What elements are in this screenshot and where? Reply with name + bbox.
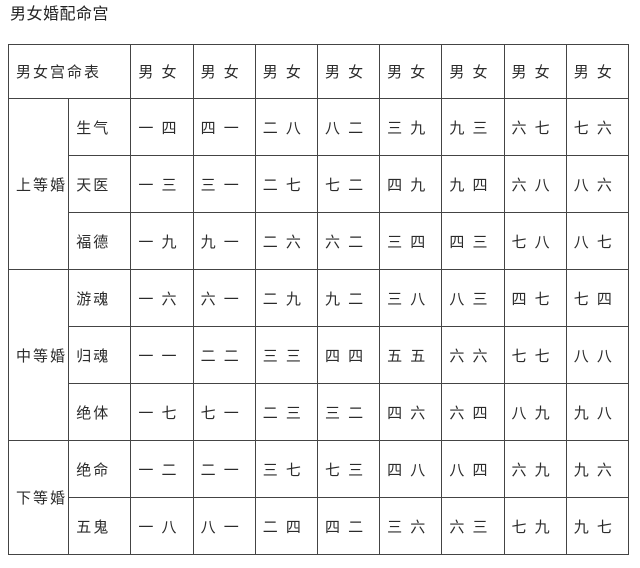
pair-cell: 二 三 <box>254 383 318 441</box>
pair-cell: 三 一 <box>192 155 256 213</box>
pair-cell: 三 三 <box>254 326 318 384</box>
pair-cell: 二 二 <box>192 326 256 384</box>
pair-cell: 一 七 <box>130 383 194 441</box>
table-corner-label: 男女宫命表 <box>7 44 132 99</box>
table-body: 上等婚 生气一 四四 一二 八八 二三 九九 三六 七七 六天医一 三三 一二 七… <box>7 98 630 555</box>
pair-cell: 八 一 <box>192 497 256 555</box>
table-row: 中等婚 游魂一 六六 一二 九九 二三 八八 三四 七七 四 <box>7 269 630 441</box>
pair-cell: 七 七 <box>503 326 567 384</box>
column-header-7: 男 女 <box>503 44 567 99</box>
pair-cell: 三 四 <box>379 212 443 270</box>
pair-cell: 六 四 <box>441 383 505 441</box>
pair-cell: 一 九 <box>130 212 194 270</box>
pair-cell: 八 六 <box>565 155 630 213</box>
pair-cell: 六 七 <box>503 98 567 156</box>
pair-cell: 三 七 <box>254 440 318 498</box>
pair-cell: 四 七 <box>503 269 567 327</box>
pair-cell: 九 二 <box>316 269 381 327</box>
marriage-palace-table: 男女宫命表 男 女 男 女 男 女 男 女 男 女 男 女 男 女 男 女 上等… <box>7 44 630 555</box>
pair-cell: 六 三 <box>441 497 505 555</box>
pair-cell: 一 二 <box>130 440 194 498</box>
pair-cell: 二 四 <box>254 497 318 555</box>
pair-cell: 八 三 <box>441 269 505 327</box>
marriage-rank-label: 下等婚 <box>7 440 70 555</box>
column-header-4: 男 女 <box>316 44 381 99</box>
palace-type-label: 游魂 <box>68 269 132 327</box>
pair-cell: 九 四 <box>441 155 505 213</box>
palace-type-label: 归魂 <box>68 326 132 384</box>
pair-cell: 八 四 <box>441 440 505 498</box>
pair-cell: 七 二 <box>316 155 381 213</box>
pair-cell: 四 六 <box>379 383 443 441</box>
pair-cell: 七 一 <box>192 383 256 441</box>
pair-cell: 九 三 <box>441 98 505 156</box>
pair-cell: 一 一 <box>130 326 194 384</box>
pair-cell: 八 七 <box>565 212 630 270</box>
page-title: 男女婚配命宫 <box>10 6 110 23</box>
palace-type-label: 天医 <box>68 155 132 213</box>
pair-cell: 九 六 <box>565 440 630 498</box>
palace-type-label: 福德 <box>68 212 132 270</box>
pair-cell: 二 八 <box>254 98 318 156</box>
column-header-3: 男 女 <box>254 44 318 99</box>
pair-cell: 六 六 <box>441 326 505 384</box>
pair-cell: 八 九 <box>503 383 567 441</box>
pair-cell: 二 六 <box>254 212 318 270</box>
pair-cell: 九 一 <box>192 212 256 270</box>
pair-cell: 三 八 <box>379 269 443 327</box>
table-header: 男女宫命表 男 女 男 女 男 女 男 女 男 女 男 女 男 女 男 女 <box>7 44 630 99</box>
pair-cell: 一 四 <box>130 98 194 156</box>
header-row: 男女宫命表 男 女 男 女 男 女 男 女 男 女 男 女 男 女 男 女 <box>7 44 630 99</box>
pair-cell: 六 二 <box>316 212 381 270</box>
pair-cell: 七 八 <box>503 212 567 270</box>
marriage-rank-label: 上等婚 <box>7 98 70 270</box>
table-row: 上等婚 生气一 四四 一二 八八 二三 九九 三六 七七 六 <box>7 98 630 270</box>
pair-cell: 九 七 <box>565 497 630 555</box>
pair-cell: 九 八 <box>565 383 630 441</box>
column-header-5: 男 女 <box>379 44 443 99</box>
marriage-rank-label: 中等婚 <box>7 269 70 441</box>
table-row: 下等婚 绝命一 二二 一三 七七 三四 八八 四六 九九 六 <box>7 440 630 555</box>
pair-cell: 七 四 <box>565 269 630 327</box>
pair-cell: 二 九 <box>254 269 318 327</box>
table-row: 福德一 九九 一二 六六 二三 四四 三七 八八 七 <box>9 212 630 270</box>
column-header-1: 男 女 <box>130 44 194 99</box>
palace-type-label: 绝体 <box>68 383 132 441</box>
palace-type-label: 绝命 <box>68 440 132 498</box>
pair-cell: 六 八 <box>503 155 567 213</box>
palace-type-label: 五鬼 <box>68 497 132 555</box>
pair-cell: 四 一 <box>192 98 256 156</box>
pair-cell: 五 五 <box>379 326 443 384</box>
table-row: 归魂一 一二 二三 三四 四五 五六 六七 七八 八 <box>9 326 630 384</box>
pair-cell: 四 三 <box>441 212 505 270</box>
pair-cell: 四 二 <box>316 497 381 555</box>
pair-cell: 六 一 <box>192 269 256 327</box>
pair-cell: 二 七 <box>254 155 318 213</box>
table-row: 天医一 三三 一二 七七 二四 九九 四六 八八 六 <box>9 155 630 213</box>
pair-cell: 一 六 <box>130 269 194 327</box>
pair-cell: 八 二 <box>316 98 381 156</box>
table-row: 五鬼一 八八 一二 四四 二三 六六 三七 九九 七 <box>9 497 630 555</box>
pair-cell: 一 八 <box>130 497 194 555</box>
table-row: 绝体一 七七 一二 三三 二四 六六 四八 九九 八 <box>9 383 630 441</box>
column-header-2: 男 女 <box>192 44 256 99</box>
palace-type-label: 生气 <box>68 98 132 156</box>
pair-cell: 八 八 <box>565 326 630 384</box>
pair-cell: 三 九 <box>379 98 443 156</box>
pair-cell: 七 六 <box>565 98 630 156</box>
column-header-6: 男 女 <box>441 44 505 99</box>
pair-cell: 四 八 <box>379 440 443 498</box>
pair-cell: 四 四 <box>316 326 381 384</box>
pair-cell: 七 九 <box>503 497 567 555</box>
pair-cell: 七 三 <box>316 440 381 498</box>
column-header-8: 男 女 <box>565 44 630 99</box>
pair-cell: 三 六 <box>379 497 443 555</box>
pair-cell: 三 二 <box>316 383 381 441</box>
pair-cell: 二 一 <box>192 440 256 498</box>
pair-cell: 六 九 <box>503 440 567 498</box>
pair-cell: 一 三 <box>130 155 194 213</box>
pair-cell: 四 九 <box>379 155 443 213</box>
